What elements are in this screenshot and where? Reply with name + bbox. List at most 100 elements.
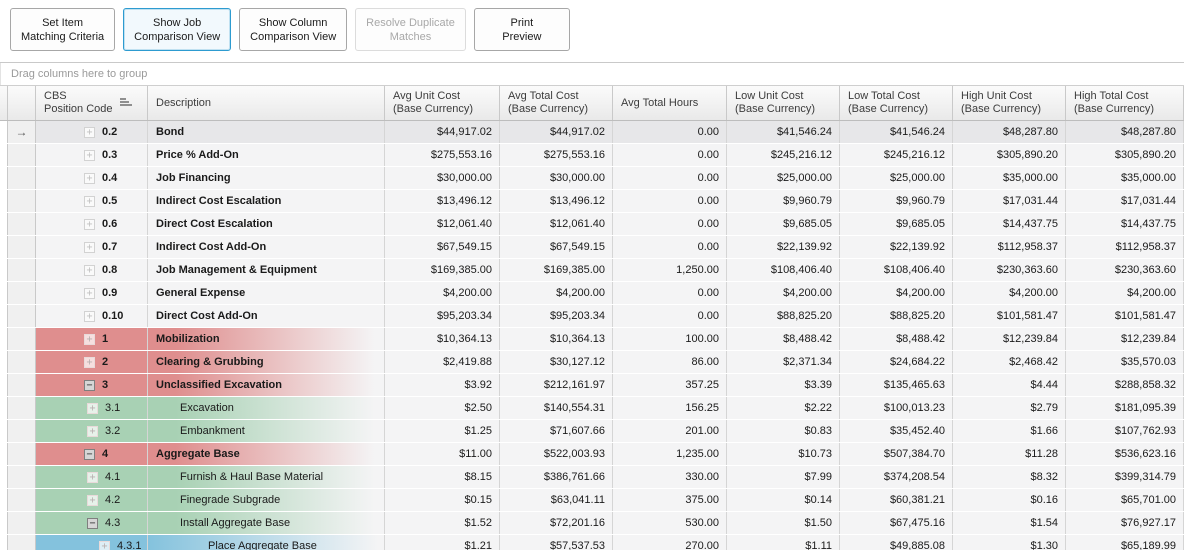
value-cell: $374,208.54 <box>840 466 953 488</box>
value-cell: $9,685.05 <box>840 213 953 235</box>
expand-icon[interactable]: + <box>87 472 98 483</box>
column-header-cbs[interactable]: CBS Position Code <box>36 86 148 120</box>
expand-icon[interactable]: + <box>87 426 98 437</box>
sort-ascending-icon <box>120 98 132 107</box>
row-0.2[interactable]: →+0.2Bond$44,917.02$44,917.020.00$41,546… <box>0 121 1184 144</box>
column-header-low-unit-cost[interactable]: Low Unit Cost (Base Currency) <box>727 86 840 120</box>
row-2[interactable]: +2Clearing & Grubbing$2,419.88$30,127.12… <box>0 351 1184 374</box>
column-header-description[interactable]: Description <box>148 86 385 120</box>
expand-icon[interactable]: + <box>99 541 110 550</box>
value-cell: $88,825.20 <box>840 305 953 327</box>
expand-icon[interactable]: + <box>84 311 95 322</box>
value-cell: $112,958.37 <box>953 236 1066 258</box>
position-code: 3.1 <box>105 402 120 414</box>
row-4.3[interactable]: −4.3Install Aggregate Base$1.52$72,201.1… <box>0 512 1184 535</box>
value-cell: $4,200.00 <box>385 282 500 304</box>
cbs-position-cell: +3.1 <box>36 397 148 419</box>
value-cell: $1.11 <box>727 535 840 550</box>
position-code: 4.3 <box>105 517 120 529</box>
expand-icon[interactable]: + <box>84 242 95 253</box>
row-4[interactable]: −4Aggregate Base$11.00$522,003.931,235.0… <box>0 443 1184 466</box>
show-job-comparison-view-button[interactable]: Show Job Comparison View <box>123 8 231 51</box>
row-3.1[interactable]: +3.1Excavation$2.50$140,554.31156.25$2.2… <box>0 397 1184 420</box>
value-cell: $12,239.84 <box>1066 328 1184 350</box>
row-4.1[interactable]: +4.1Furnish & Haul Base Material$8.15$38… <box>0 466 1184 489</box>
cbs-position-cell: +0.2 <box>36 121 148 143</box>
expand-icon[interactable]: + <box>84 173 95 184</box>
row-1[interactable]: +1Mobilization$10,364.13$10,364.13100.00… <box>0 328 1184 351</box>
cbs-position-cell: +0.6 <box>36 213 148 235</box>
value-cell: $24,684.22 <box>840 351 953 373</box>
collapse-icon[interactable]: − <box>84 449 95 460</box>
value-cell: $65,189.99 <box>1066 535 1184 550</box>
description-cell: Clearing & Grubbing <box>148 351 385 373</box>
group-by-panel[interactable]: Drag columns here to group <box>0 63 1184 85</box>
expand-icon[interactable]: + <box>84 150 95 161</box>
value-cell: $71,607.66 <box>500 420 613 442</box>
column-header-avg-unit-cost[interactable]: Avg Unit Cost (Base Currency) <box>385 86 500 120</box>
column-header-low-total-cost[interactable]: Low Total Cost (Base Currency) <box>840 86 953 120</box>
show-column-comparison-view-button[interactable]: Show Column Comparison View <box>239 8 347 51</box>
row-4.3.1[interactable]: +4.3.1Place Aggregate Base$1.21$57,537.5… <box>0 535 1184 550</box>
description-cell: General Expense <box>148 282 385 304</box>
row-0.3[interactable]: +0.3Price % Add-On$275,553.16$275,553.16… <box>0 144 1184 167</box>
expand-icon[interactable]: + <box>84 219 95 230</box>
row-0.10[interactable]: +0.10Direct Cost Add-On$95,203.34$95,203… <box>0 305 1184 328</box>
cbs-position-cell: +0.10 <box>36 305 148 327</box>
row-0.4[interactable]: +0.4Job Financing$30,000.00$30,000.000.0… <box>0 167 1184 190</box>
expand-icon[interactable]: + <box>84 265 95 276</box>
value-cell: $4,200.00 <box>840 282 953 304</box>
set-item-matching-criteria-button[interactable]: Set Item Matching Criteria <box>10 8 115 51</box>
value-cell: 100.00 <box>613 328 727 350</box>
row-left-strip <box>0 305 8 327</box>
value-cell: $41,546.24 <box>727 121 840 143</box>
cbs-position-cell: +0.9 <box>36 282 148 304</box>
expand-icon[interactable]: + <box>84 196 95 207</box>
column-header-high-unit-cost[interactable]: High Unit Cost (Base Currency) <box>953 86 1066 120</box>
row-3[interactable]: −3Unclassified Excavation$3.92$212,161.9… <box>0 374 1184 397</box>
row-3.2[interactable]: +3.2Embankment$1.25$71,607.66201.00$0.83… <box>0 420 1184 443</box>
value-cell: $112,958.37 <box>1066 236 1184 258</box>
column-header-high-total-cost[interactable]: High Total Cost (Base Currency) <box>1066 86 1184 120</box>
cbs-position-cell: +2 <box>36 351 148 373</box>
value-cell: $12,061.40 <box>500 213 613 235</box>
column-header-avg-total-hours[interactable]: Avg Total Hours <box>613 86 727 120</box>
value-cell: $3.39 <box>727 374 840 396</box>
row-left-strip <box>0 121 8 143</box>
value-cell: $7.99 <box>727 466 840 488</box>
collapse-icon[interactable]: − <box>87 518 98 529</box>
expand-icon[interactable]: + <box>84 357 95 368</box>
row-0.8[interactable]: +0.8Job Management & Equipment$169,385.0… <box>0 259 1184 282</box>
description-cell: Furnish & Haul Base Material <box>148 466 385 488</box>
expand-icon[interactable]: + <box>84 334 95 345</box>
row-0.5[interactable]: +0.5Indirect Cost Escalation$13,496.12$1… <box>0 190 1184 213</box>
expand-icon[interactable]: + <box>87 495 98 506</box>
position-code: 0.3 <box>102 149 117 161</box>
expand-icon[interactable]: + <box>84 127 95 138</box>
collapse-icon[interactable]: − <box>84 380 95 391</box>
expand-icon[interactable]: + <box>87 403 98 414</box>
value-cell: $22,139.92 <box>840 236 953 258</box>
value-cell: $101,581.47 <box>953 305 1066 327</box>
value-cell: 530.00 <box>613 512 727 534</box>
resolve-duplicate-matches-button[interactable]: Resolve Duplicate Matches <box>355 8 466 51</box>
column-header-avg-total-cost[interactable]: Avg Total Cost (Base Currency) <box>500 86 613 120</box>
row-indicator-cell <box>8 489 36 511</box>
row-0.7[interactable]: +0.7Indirect Cost Add-On$67,549.15$67,54… <box>0 236 1184 259</box>
value-cell: 0.00 <box>613 282 727 304</box>
row-4.2[interactable]: +4.2Finegrade Subgrade$0.15$63,041.11375… <box>0 489 1184 512</box>
value-cell: 0.00 <box>613 305 727 327</box>
value-cell: $1.52 <box>385 512 500 534</box>
row-0.6[interactable]: +0.6Direct Cost Escalation$12,061.40$12,… <box>0 213 1184 236</box>
cbs-position-cell: +0.7 <box>36 236 148 258</box>
expand-icon[interactable]: + <box>84 288 95 299</box>
row-0.9[interactable]: +0.9General Expense$4,200.00$4,200.000.0… <box>0 282 1184 305</box>
cbs-position-cell: +4.1 <box>36 466 148 488</box>
row-left-strip <box>0 167 8 189</box>
value-cell: $30,000.00 <box>385 167 500 189</box>
print-preview-button[interactable]: Print Preview <box>474 8 570 51</box>
value-cell: 0.00 <box>613 121 727 143</box>
group-by-hint: Drag columns here to group <box>11 68 147 80</box>
row-left-strip <box>0 512 8 534</box>
value-cell: $13,496.12 <box>385 190 500 212</box>
